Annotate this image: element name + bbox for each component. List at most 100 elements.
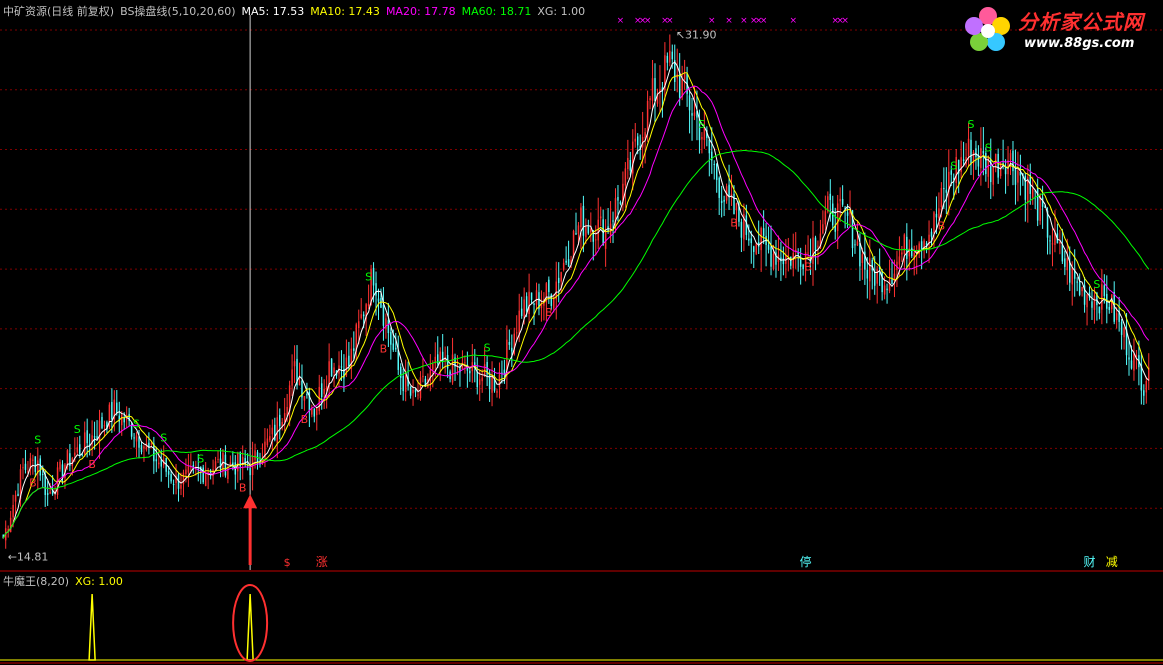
candle-body bbox=[812, 237, 814, 264]
candle-body bbox=[1064, 258, 1066, 267]
candle-body bbox=[1014, 169, 1017, 185]
candle-body bbox=[683, 74, 686, 80]
candle-body bbox=[375, 283, 377, 296]
candle-body bbox=[533, 303, 535, 305]
candle-body bbox=[404, 374, 407, 393]
chart-area[interactable]: B B B B B B B B B S S S S S S S S S S S S × × × × × × × × × × × × × × × × ↖31… bbox=[0, 0, 1163, 665]
candle-body bbox=[807, 252, 809, 254]
candle-body bbox=[575, 233, 577, 235]
candle-body bbox=[678, 73, 681, 98]
candle-body bbox=[753, 246, 755, 252]
candle-body bbox=[1059, 242, 1061, 244]
candle-body bbox=[1049, 240, 1051, 242]
candle-body bbox=[392, 343, 395, 350]
candle-body bbox=[1017, 170, 1019, 183]
candle-body bbox=[306, 394, 308, 396]
candle-body bbox=[311, 408, 313, 415]
candle-body bbox=[103, 425, 106, 427]
candle-body bbox=[219, 458, 222, 469]
candle-body bbox=[733, 194, 735, 215]
candle-body bbox=[382, 305, 385, 326]
candle-body bbox=[943, 188, 945, 190]
sell-marker: S bbox=[133, 418, 140, 431]
top-x-mark: × bbox=[644, 16, 652, 26]
candle-body bbox=[627, 157, 629, 170]
candle-body bbox=[1061, 244, 1064, 262]
candle-body bbox=[481, 377, 483, 382]
candle-body bbox=[237, 453, 239, 472]
candle-body bbox=[469, 370, 471, 374]
candle-body bbox=[214, 461, 217, 470]
candle-body bbox=[323, 388, 325, 394]
candle-body bbox=[992, 167, 994, 185]
candle-body bbox=[553, 297, 555, 309]
sell-marker: S bbox=[698, 118, 705, 131]
candle-body bbox=[669, 50, 671, 63]
candle-body bbox=[735, 203, 738, 211]
candle-body bbox=[506, 339, 508, 371]
candle-body bbox=[617, 196, 619, 201]
buy-marker: B bbox=[804, 261, 812, 274]
candle-body bbox=[629, 160, 632, 171]
candle-body bbox=[1081, 286, 1083, 292]
candle-body bbox=[861, 254, 864, 264]
candle-body bbox=[167, 471, 170, 475]
candle-body bbox=[320, 383, 323, 397]
candlestick-chart[interactable]: BBBBBBBBBSS SSSSSSSSSS× ××× ×× × × × ××× × ×××↖31… bbox=[0, 0, 1163, 665]
sell-marker: S bbox=[74, 423, 81, 436]
candle-body bbox=[585, 226, 587, 238]
candle-body bbox=[478, 379, 481, 385]
candle-body bbox=[61, 464, 64, 477]
candle-body bbox=[854, 244, 856, 246]
ma20-line bbox=[2, 85, 1150, 539]
candle-body bbox=[409, 386, 412, 396]
candle-body bbox=[76, 447, 79, 453]
event-ting-label: 停 bbox=[800, 554, 812, 569]
candle-body bbox=[170, 474, 172, 482]
candle-body bbox=[1133, 353, 1135, 371]
candle-body bbox=[116, 402, 118, 413]
signal-arrow-head bbox=[243, 494, 258, 509]
candle-body bbox=[930, 231, 933, 237]
candle-body bbox=[787, 254, 790, 256]
candle-body bbox=[293, 361, 296, 367]
candle-body bbox=[691, 113, 693, 116]
candle-body bbox=[723, 199, 725, 202]
candle-body bbox=[770, 246, 772, 267]
high-price-label: ↖31.90 bbox=[676, 28, 717, 41]
event-jian-label: 减 bbox=[1106, 555, 1118, 569]
candle-body bbox=[911, 247, 913, 257]
candle-body bbox=[387, 320, 390, 334]
main-header: 中矿资源(日线 前复权) BS操盘线(5,10,20,60) MA5: 17.53 M… bbox=[3, 3, 591, 19]
candle-body bbox=[824, 211, 827, 225]
candle-body bbox=[866, 269, 869, 279]
candle-body bbox=[22, 467, 24, 469]
buy-marker: B bbox=[380, 343, 388, 356]
sell-marker: S bbox=[197, 452, 204, 465]
candle-body bbox=[46, 493, 49, 495]
candle-body bbox=[1004, 167, 1007, 175]
candle-body bbox=[419, 377, 422, 399]
candle-body bbox=[651, 78, 654, 101]
candle-body bbox=[101, 417, 103, 429]
candle-body bbox=[701, 136, 703, 140]
candle-body bbox=[962, 159, 965, 162]
buy-marker: B bbox=[545, 306, 553, 319]
buy-marker: B bbox=[938, 219, 946, 232]
candle-body bbox=[9, 517, 12, 533]
ma5-value: MA5: 17.53 bbox=[241, 5, 305, 18]
candle-body bbox=[530, 292, 533, 300]
candle-body bbox=[740, 221, 743, 238]
candle-body bbox=[229, 462, 232, 464]
candle-body bbox=[202, 467, 204, 483]
candle-body bbox=[140, 444, 143, 453]
candle-body bbox=[935, 213, 938, 218]
event-dollar-label: $ bbox=[284, 556, 291, 569]
candle-body bbox=[718, 177, 720, 198]
candle-body bbox=[646, 100, 649, 133]
candle-body bbox=[269, 436, 271, 441]
candle-body bbox=[1101, 284, 1103, 310]
candle-body bbox=[340, 366, 343, 368]
candle-body bbox=[891, 279, 893, 285]
candle-body bbox=[1103, 285, 1106, 297]
